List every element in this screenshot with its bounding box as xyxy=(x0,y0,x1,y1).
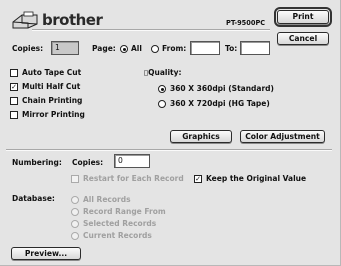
db-current-records-radio[interactable] xyxy=(71,232,79,240)
db-all-records-label[interactable]: All Records xyxy=(83,195,131,204)
print-button[interactable]: Print xyxy=(274,7,332,27)
keep-original-value-checkbox[interactable]: ✓ xyxy=(194,175,202,183)
header-divider-highlight xyxy=(32,30,270,31)
page-from-label[interactable]: From: xyxy=(162,44,186,53)
page-to-field[interactable] xyxy=(240,41,270,55)
copies-field[interactable]: 1 xyxy=(51,41,79,55)
db-record-range-radio[interactable] xyxy=(71,208,79,216)
quality-label: ▯Quality: xyxy=(144,68,182,77)
database-label: Database: xyxy=(12,194,55,203)
quality-standard-radio[interactable] xyxy=(158,85,166,93)
page-to-label: To: xyxy=(225,44,238,53)
numbering-copies-label: Copies: xyxy=(72,158,104,167)
brand-name: brother xyxy=(42,11,103,29)
db-record-range-label[interactable]: Record Range From xyxy=(83,207,166,216)
numbering-copies-field[interactable]: 0 xyxy=(114,154,150,168)
section-divider-highlight xyxy=(6,150,332,151)
cancel-button[interactable]: Cancel xyxy=(277,32,329,45)
page-all-radio[interactable] xyxy=(120,45,128,53)
auto-tape-cut-checkbox[interactable] xyxy=(10,69,18,77)
copies-label: Copies: xyxy=(12,44,44,53)
page-label: Page: xyxy=(92,44,116,53)
page-from-field[interactable] xyxy=(190,41,220,55)
chain-printing-checkbox[interactable] xyxy=(10,97,18,105)
auto-tape-cut-label[interactable]: Auto Tape Cut xyxy=(22,68,81,77)
db-selected-records-radio[interactable] xyxy=(71,220,79,228)
chain-printing-label[interactable]: Chain Printing xyxy=(22,96,82,105)
db-current-records-label[interactable]: Current Records xyxy=(83,231,152,240)
printer-model: PT-9500PC xyxy=(226,19,266,27)
quality-hg-radio[interactable] xyxy=(158,100,166,108)
quality-standard-label[interactable]: 360 X 360dpi (Standard) xyxy=(170,84,274,93)
db-selected-records-label[interactable]: Selected Records xyxy=(83,219,156,228)
copies-value: 1 xyxy=(55,43,60,52)
page-from-radio[interactable] xyxy=(151,45,159,53)
color-adjustment-button[interactable]: Color Adjustment xyxy=(240,130,325,143)
multi-half-cut-label[interactable]: Multi Half Cut xyxy=(22,82,80,91)
restart-each-record-label[interactable]: Restart for Each Record xyxy=(83,174,184,183)
brother-logo: brother xyxy=(10,9,110,31)
page-all-label[interactable]: All xyxy=(131,44,142,53)
mirror-printing-checkbox[interactable] xyxy=(10,111,18,119)
numbering-copies-value: 0 xyxy=(118,156,123,165)
db-all-records-radio[interactable] xyxy=(71,196,79,204)
preview-button[interactable]: Preview... xyxy=(11,247,81,260)
restart-each-record-checkbox[interactable] xyxy=(71,175,79,183)
mirror-printing-label[interactable]: Mirror Printing xyxy=(22,110,85,119)
keep-original-value-label[interactable]: Keep the Original Value xyxy=(206,174,306,183)
quality-hg-label[interactable]: 360 X 720dpi (HG Tape) xyxy=(170,99,270,108)
numbering-label: Numbering: xyxy=(12,158,62,167)
multi-half-cut-checkbox[interactable]: ✓ xyxy=(10,83,18,91)
graphics-button[interactable]: Graphics xyxy=(170,130,232,143)
